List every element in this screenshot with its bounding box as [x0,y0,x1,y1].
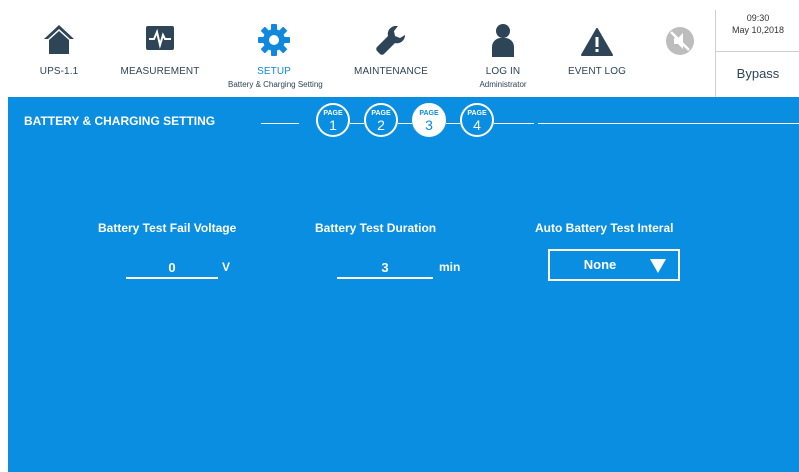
ups-screen: UPS-1.1 MEASUREMENT SETUP Battery & Char… [0,0,799,472]
auto-interval-value: None [583,257,617,272]
wrench-icon [374,23,408,62]
user-icon [490,23,516,62]
dropdown-arrow-icon [650,259,666,278]
settings-panel: BATTERY & CHARGING SETTING PAGE 1 PAGE 2… [8,97,799,472]
page-3-button[interactable]: PAGE 3 [412,103,446,137]
page-number: 2 [377,117,385,133]
page-connector [494,123,534,124]
fail-voltage-label: Battery Test Fail Voltage [98,221,237,235]
mute-icon [665,26,695,61]
duration-input[interactable]: 3 [337,258,433,279]
home-icon [43,23,75,60]
nav-sublabel-login: Administrator [479,80,527,89]
nav-label-maintenance: MAINTENANCE [354,66,428,77]
ups-mode: Bypass [736,66,780,81]
title-divider-left [261,123,299,124]
status-divider [716,51,799,52]
duration-label: Battery Test Duration [315,221,437,235]
duration-unit: min [439,260,461,274]
nav-sublabel-setup: Battery & Charging Setting [228,80,323,89]
page-connector [446,123,460,124]
status-panel: 09:30 May 10,2018 Bypass [715,10,799,97]
page-1-button[interactable]: PAGE 1 [316,103,350,137]
page-connector [350,123,364,124]
page-4-button[interactable]: PAGE 4 [460,103,494,137]
measurement-icon [145,23,175,58]
section-title: BATTERY & CHARGING SETTING [24,114,216,128]
nav-item-ups[interactable]: UPS-1.1 [32,10,86,97]
mute-button[interactable] [660,10,700,97]
gear-icon [257,23,291,62]
auto-interval-label: Auto Battery Test Interal [535,221,674,235]
nav-item-login[interactable]: LOG IN Administrator [478,10,528,97]
page-connector [398,123,412,124]
page-number: 4 [473,117,481,133]
auto-interval-select[interactable]: None [548,249,680,281]
top-nav-bar: UPS-1.1 MEASUREMENT SETUP Battery & Char… [8,10,799,100]
fail-voltage-input[interactable]: 0 [126,258,218,279]
nav-label-eventlog: EVENT LOG [568,66,626,77]
nav-label-setup: SETUP [257,66,291,77]
clock-time: 09:30 [746,13,770,23]
page-2-button[interactable]: PAGE 2 [364,103,398,137]
clock-date: May 10,2018 [731,25,785,35]
warning-icon [581,28,613,61]
nav-label-measurement: MEASUREMENT [120,66,200,77]
nav-label-login: LOG IN [485,66,521,77]
nav-item-measurement[interactable]: MEASUREMENT [116,10,204,97]
nav-item-setup[interactable]: SETUP Battery & Charging Setting [228,10,323,97]
page-number: 1 [329,117,337,133]
nav-item-maintenance[interactable]: MAINTENANCE [346,10,436,97]
title-divider-right [538,123,799,124]
fail-voltage-unit: V [222,260,231,274]
nav-item-eventlog[interactable]: EVENT LOG [564,10,630,97]
nav-label-ups: UPS-1.1 [39,66,79,77]
page-number: 3 [425,117,433,133]
